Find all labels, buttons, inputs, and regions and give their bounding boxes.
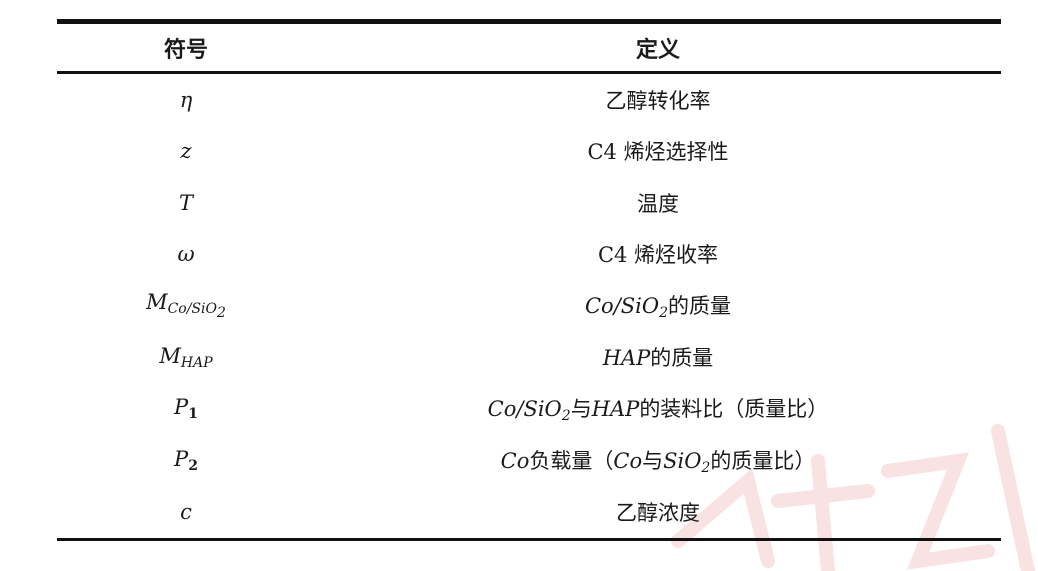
symbol-subscript: 2 [188,457,198,474]
header-symbol: 符号 [163,36,208,63]
table-header: 符号 定义 [57,21,1001,73]
definition-text: 的质量 [650,346,714,371]
symbol-cell: z [180,139,192,164]
definition-table: 符号 定义 η 乙醇转化率 z C4 烯烃选择性 T 温度 ω C4 烯烃收率 … [57,19,1001,541]
definition-text: 与 [570,397,592,422]
table-row: P1 Co/SiO2与HAP的装料比（质量比） [57,383,1001,435]
table-row: MCo/SiO2 Co/SiO2的质量 [57,280,1001,332]
definition-italic: HAP [602,346,651,371]
definition-subscript: 2 [561,408,571,425]
header-row: 符号 定义 [57,21,1001,73]
symbol-subscript: HAP [180,354,213,371]
definition-cell: 乙醇转化率 [605,88,711,113]
symbol-subscript: 1 [188,406,198,423]
symbol-cell: ω [177,242,195,267]
symbol-cell: MHAP [57,332,315,384]
symbol-subscript: Co/SiO2 [167,301,226,321]
definition-italic: Co [613,448,643,473]
symbol-base: M [146,290,168,315]
definition-text: 的质量比） [710,448,816,473]
table-row: ω C4 烯烃收率 [57,229,1001,281]
definition-italic: Co/SiO [487,397,562,422]
definition-subscript: 2 [701,459,711,476]
definition-text: 与 [642,448,664,473]
symbol-cell: c [180,499,192,524]
table-body: η 乙醇转化率 z C4 烯烃选择性 T 温度 ω C4 烯烃收率 MCo/Si… [57,73,1001,539]
definition-cell: Co/SiO2与HAP的装料比（质量比） [315,383,1001,435]
table-row: η 乙醇转化率 [57,73,1001,126]
table-row: c 乙醇浓度 [57,486,1001,539]
symbol-cell: P2 [57,435,315,487]
symbol-cell: MCo/SiO2 [57,280,315,332]
definition-cell: Co负载量（Co与SiO2的质量比） [315,435,1001,487]
definition-italic: Co/SiO [584,294,660,319]
symbol-subscript-2: 2 [217,305,226,322]
definition-italic: SiO [663,448,702,473]
symbol-cell: P1 [57,383,315,435]
definition-cell: 乙醇浓度 [616,500,700,525]
definition-text: 的质量 [668,294,732,319]
table-row: T 温度 [57,177,1001,229]
definition-text: 的装料比（质量比） [639,397,829,422]
header-definition: 定义 [635,36,680,63]
definition-cell: Co/SiO2的质量 [315,280,1001,332]
symbol-subscript-text: Co/SiO [167,301,217,318]
table-row: P2 Co负载量（Co与SiO2的质量比） [57,435,1001,487]
definition-cell: C4 烯烃选择性 [587,140,729,165]
definition-cell: HAP的质量 [315,332,1001,384]
symbol-base: P [174,395,189,420]
symbol-base: P [174,446,189,471]
symbol-cell: η [179,87,193,112]
definition-subscript: 2 [659,305,669,322]
table-row: MHAP HAP的质量 [57,332,1001,384]
definition-cell: 温度 [637,191,679,216]
symbol-base: M [159,343,181,368]
definition-italic: Co [500,448,530,473]
definition-cell: C4 烯烃收率 [597,243,719,268]
definition-italic: HAP [591,397,640,422]
definition-text: 负载量（ [529,448,614,473]
table-row: z C4 烯烃选择性 [57,126,1001,178]
symbol-cell: T [178,190,193,215]
